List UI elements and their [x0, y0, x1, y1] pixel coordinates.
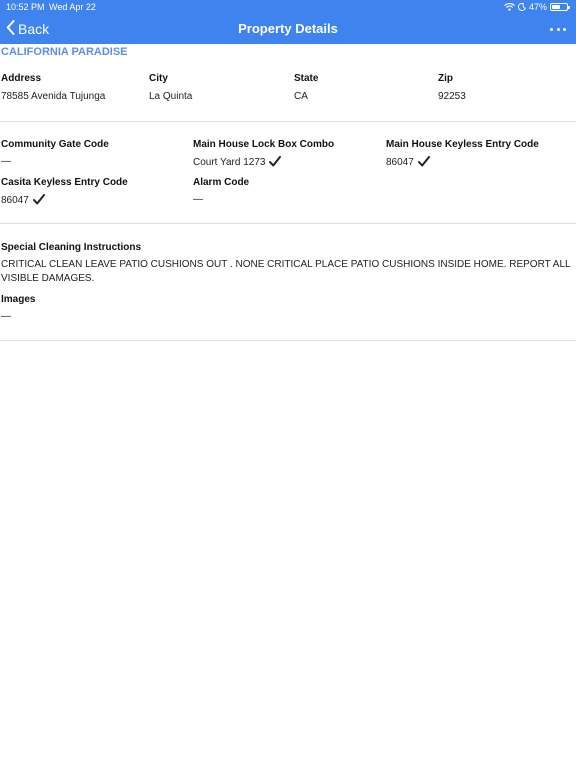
wifi-icon [504, 3, 515, 11]
keyless-label: Main House Keyless Entry Code [386, 139, 539, 150]
checkmark-icon [417, 156, 430, 170]
community-gate-label: Community Gate Code [1, 139, 109, 150]
keyless-row: 86047 [386, 156, 430, 170]
battery-fill [552, 5, 560, 9]
checkmark-icon [32, 194, 45, 208]
lockbox-label: Main House Lock Box Combo [193, 139, 335, 150]
page-title: Property Details [238, 21, 338, 36]
casita-value: 86047 [1, 195, 29, 206]
status-time: 10:52 PM [6, 2, 45, 12]
status-date: Wed Apr 22 [49, 2, 96, 12]
status-right: 47% [504, 0, 570, 14]
alarm-label: Alarm Code [193, 177, 250, 188]
zip-value: 92253 [438, 91, 466, 102]
city-value: La Quinta [149, 91, 193, 102]
top-bar: 10:52 PM Wed Apr 22 47% Back Property De… [0, 0, 576, 44]
casita-label: Casita Keyless Entry Code [1, 177, 128, 188]
community-gate-value: — [1, 156, 11, 167]
divider [0, 223, 576, 224]
casita-row: 86047 [1, 194, 45, 208]
state-value: CA [294, 91, 308, 102]
moon-icon [518, 3, 526, 11]
city-label: City [149, 73, 168, 84]
property-details-screen: 10:52 PM Wed Apr 22 47% Back Property De… [0, 0, 576, 768]
divider [0, 121, 576, 122]
cleaning-label: Special Cleaning Instructions [1, 242, 142, 253]
lockbox-value: Court Yard 1273 [193, 157, 266, 168]
property-name: CALIFORNIA PARADISE [1, 46, 128, 58]
divider [0, 340, 576, 341]
status-bar: 10:52 PM Wed Apr 22 47% [0, 0, 576, 14]
keyless-value: 86047 [386, 157, 414, 168]
lockbox-row: Court Yard 1273 [193, 156, 282, 170]
nav-bar: Back Property Details [0, 14, 576, 44]
zip-label: Zip [438, 73, 453, 84]
more-icon[interactable] [550, 21, 566, 37]
address-label: Address [1, 73, 42, 84]
state-label: State [294, 73, 319, 84]
battery-icon [550, 3, 570, 11]
battery-percent: 47% [528, 2, 547, 12]
address-value: 78585 Avenida Tujunga [1, 91, 106, 102]
images-value: — [1, 311, 11, 322]
alarm-value: — [193, 194, 203, 205]
checkmark-icon [269, 156, 282, 170]
images-label: Images [1, 294, 36, 305]
cleaning-text: CRITICAL CLEAN LEAVE PATIO CUSHIONS OUT … [1, 259, 571, 284]
